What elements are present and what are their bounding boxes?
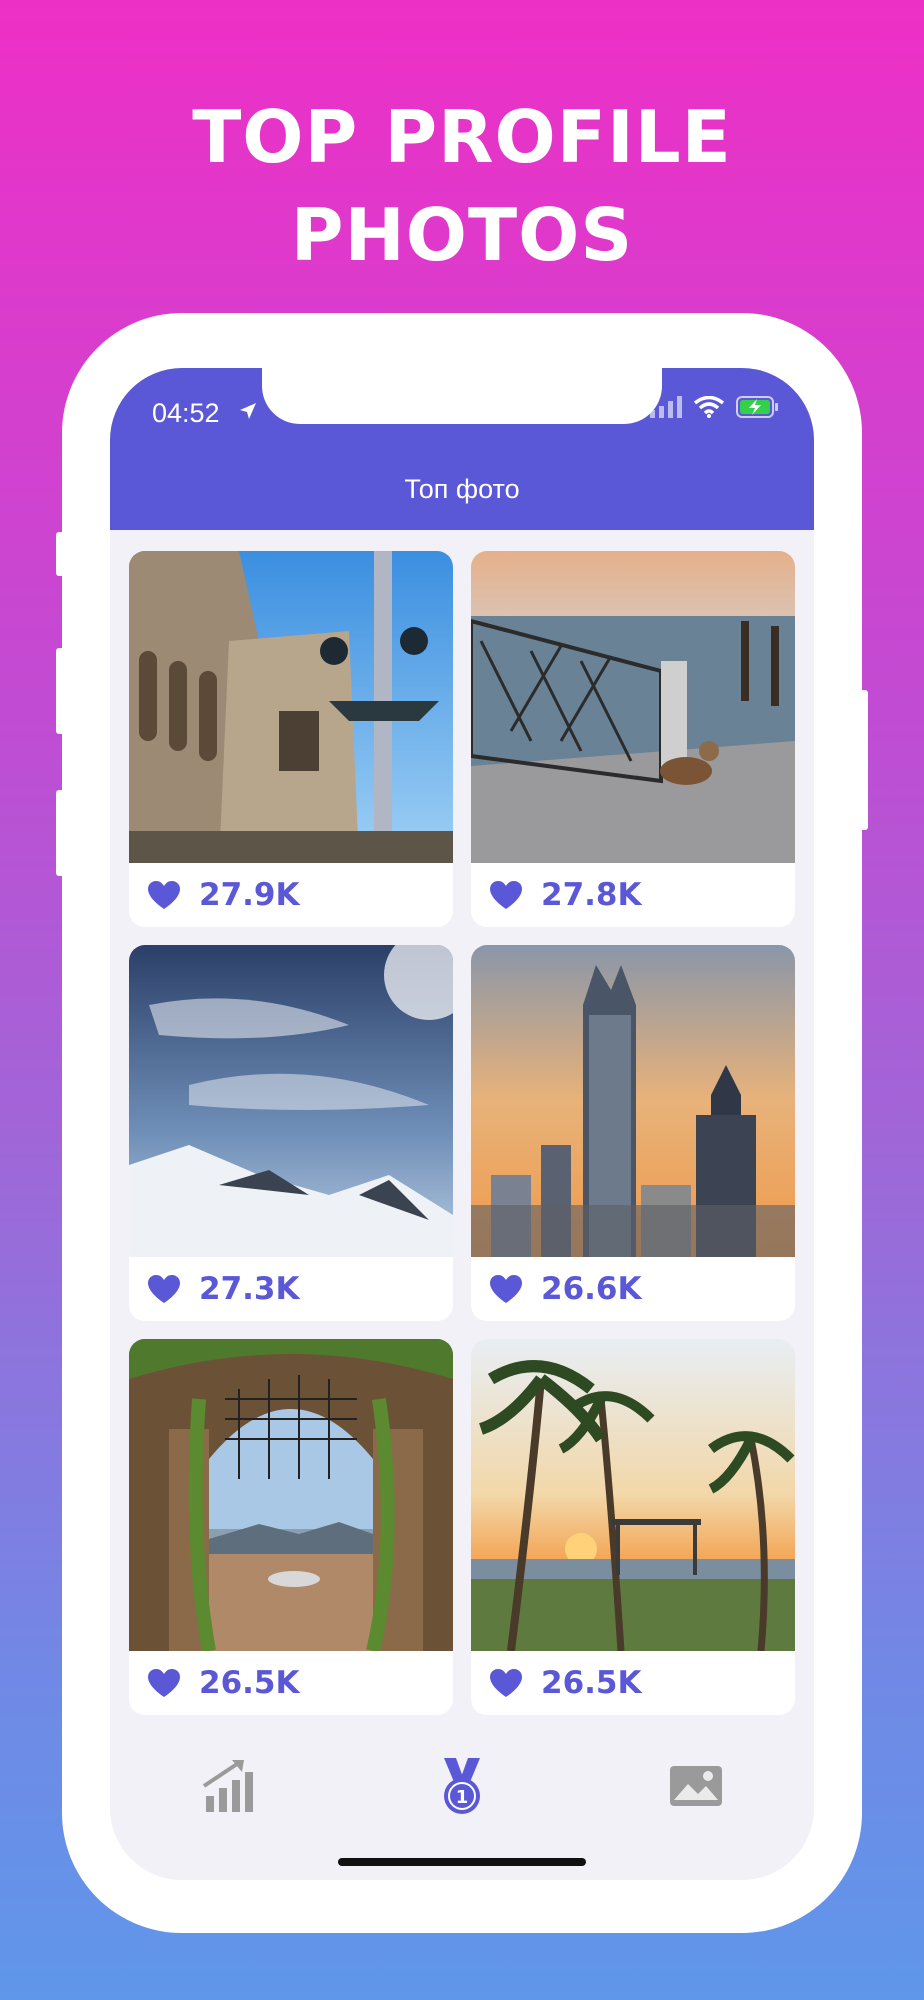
likes-row: 27.3K	[129, 1257, 453, 1321]
photo-card[interactable]: 27.9K	[129, 551, 453, 927]
heart-icon	[490, 1669, 522, 1697]
photo-icon	[670, 1766, 722, 1806]
likes-row: 27.8K	[471, 863, 795, 927]
headline-line-2: PHOTOS	[290, 193, 634, 277]
home-indicator[interactable]	[338, 1858, 586, 1866]
likes-row: 27.9K	[129, 863, 453, 927]
photo-grid: 27.9K 27.8K 27.3K 26.6K 26.5K 26.5K	[129, 551, 795, 1715]
app-screen: 04:52 Топ фото 27.9K 27.8K 27.3K 26.6K 2…	[110, 368, 814, 1880]
likes-count: 27.3K	[199, 1271, 300, 1307]
photo-image[interactable]	[471, 551, 795, 863]
heart-icon	[148, 881, 180, 909]
phone-volume-up-button	[56, 648, 64, 734]
photo-image[interactable]	[129, 1339, 453, 1651]
likes-count: 26.5K	[541, 1665, 642, 1701]
heart-icon	[148, 1669, 180, 1697]
chart-trend-icon	[202, 1760, 253, 1812]
phone-mute-switch	[56, 532, 64, 576]
navigation-bar: 04:52 Топ фото	[110, 368, 814, 530]
likes-count: 27.9K	[199, 877, 300, 913]
heart-icon	[148, 1275, 180, 1303]
battery-charging-icon	[736, 396, 778, 418]
photo-card[interactable]: 26.6K	[471, 945, 795, 1321]
photo-image[interactable]	[129, 551, 453, 863]
photo-card[interactable]: 27.8K	[471, 551, 795, 927]
heart-icon	[490, 881, 522, 909]
photo-image[interactable]	[129, 945, 453, 1257]
wifi-icon	[694, 396, 724, 418]
likes-count: 27.8K	[541, 877, 642, 913]
svg-text:1: 1	[456, 1787, 469, 1808]
photo-image[interactable]	[471, 945, 795, 1257]
heart-icon	[490, 1275, 522, 1303]
likes-row: 26.5K	[129, 1651, 453, 1715]
promo-headline: TOP PROFILE PHOTOS	[0, 88, 924, 284]
likes-row: 26.5K	[471, 1651, 795, 1715]
medal-icon: 1	[444, 1758, 480, 1814]
likes-count: 26.5K	[199, 1665, 300, 1701]
likes-row: 26.6K	[471, 1257, 795, 1321]
likes-count: 26.6K	[541, 1271, 642, 1307]
photo-card[interactable]: 26.5K	[471, 1339, 795, 1715]
tab-top[interactable]: 1	[432, 1756, 492, 1816]
tab-photos[interactable]	[666, 1756, 726, 1816]
phone-power-button	[860, 690, 868, 830]
photo-card[interactable]: 26.5K	[129, 1339, 453, 1715]
tab-stats[interactable]	[200, 1756, 260, 1816]
headline-line-1: TOP PROFILE	[192, 95, 732, 179]
status-icons	[650, 396, 780, 418]
location-arrow-icon	[240, 403, 256, 419]
phone-volume-down-button	[56, 790, 64, 876]
signal-icon	[650, 396, 682, 418]
photo-image[interactable]	[471, 1339, 795, 1651]
status-time: 04:52	[152, 398, 220, 428]
phone-notch	[262, 368, 662, 424]
photo-card[interactable]: 27.3K	[129, 945, 453, 1321]
nav-title: Топ фото	[404, 474, 520, 504]
